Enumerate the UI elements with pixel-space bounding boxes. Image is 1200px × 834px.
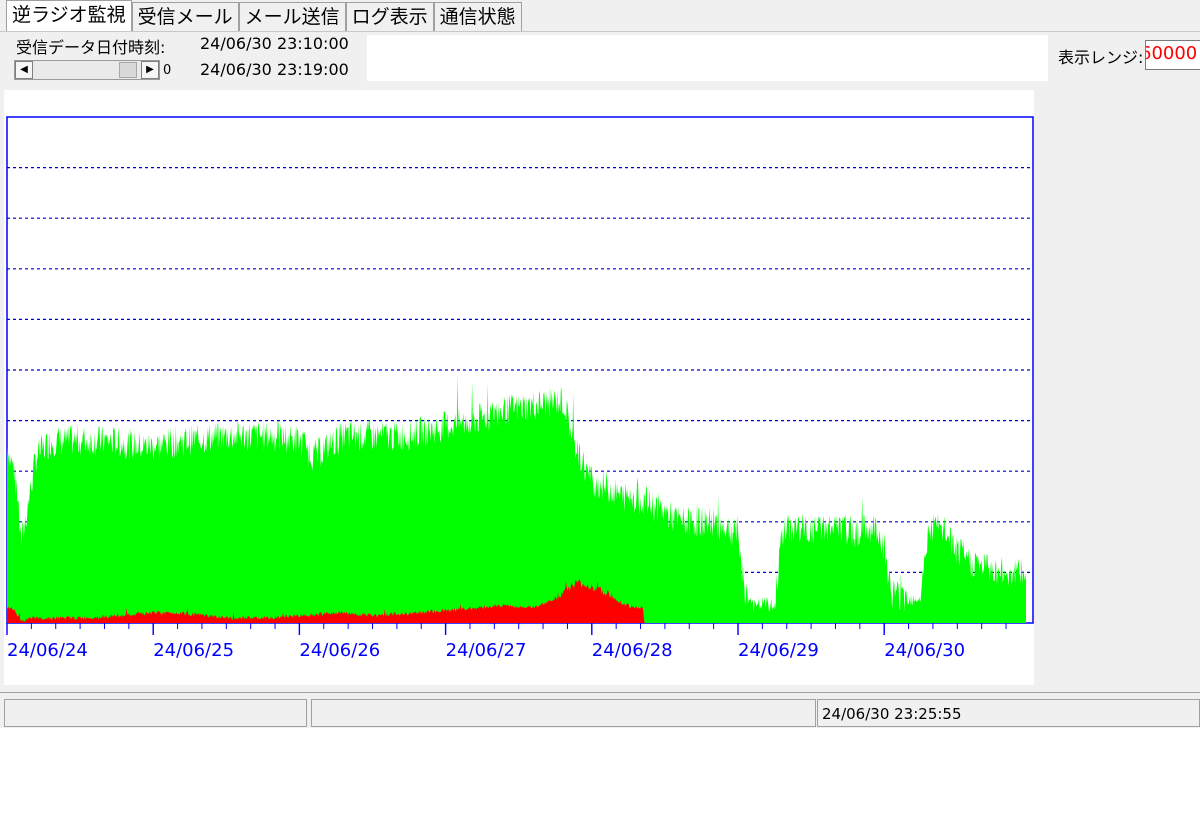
app-window: 逆ラジオ監視 受信メール メール送信 ログ表示 通信状態 受信データ日付時刻: … <box>0 0 1200 728</box>
tab-send-mail[interactable]: メール送信 <box>238 2 346 32</box>
message-area <box>367 35 1048 81</box>
scroll-right-button[interactable]: ▶ <box>141 61 159 79</box>
chart-panel: 24/06/24 24/06/25 24/06/26 24/06/27 24/06/28… <box>4 90 1034 685</box>
x-tick-label: 24/06/30 <box>884 640 965 661</box>
received-time-1: 24/06/30 23:10:00 <box>200 34 349 53</box>
received-time-2: 24/06/30 23:19:00 <box>200 60 349 79</box>
x-tick-label: 24/06/24 <box>7 640 88 661</box>
status-divider <box>0 692 1200 693</box>
arrow-left-icon: ◀ <box>20 64 28 75</box>
tab-bar: 逆ラジオ監視 受信メール メール送信 ログ表示 通信状態 <box>0 0 1200 32</box>
display-range-input[interactable]: 60000 <box>1145 40 1200 70</box>
tab-reverse-radio-monitor[interactable]: 逆ラジオ監視 <box>6 0 132 32</box>
x-tick-label: 24/06/26 <box>299 640 380 661</box>
green-series-area <box>7 374 1027 623</box>
time-scrollbar[interactable]: ◀ ▶ <box>14 60 160 80</box>
received-datetime-label: 受信データ日付時刻: <box>16 38 166 57</box>
status-clock: 24/06/30 23:25:55 <box>817 699 1200 727</box>
x-tick-label: 24/06/25 <box>153 640 234 661</box>
x-tick-label: 24/06/29 <box>738 640 819 661</box>
tab-communication-status[interactable]: 通信状態 <box>433 2 522 32</box>
signal-chart: 24/06/24 24/06/25 24/06/26 24/06/27 24/06/28… <box>6 116 1034 661</box>
scroll-left-button[interactable]: ◀ <box>15 61 33 79</box>
status-pane-1 <box>4 699 307 727</box>
scroll-thumb[interactable] <box>119 62 137 78</box>
arrow-right-icon: ▶ <box>146 64 154 75</box>
x-tick-label: 24/06/27 <box>446 640 527 661</box>
scroll-value: 0 <box>163 63 172 78</box>
x-tick-label: 24/06/28 <box>592 640 673 661</box>
display-range-label: 表示レンジ: <box>1058 48 1144 67</box>
tab-strip-divider <box>0 31 1200 32</box>
status-pane-2 <box>311 699 816 727</box>
tab-log-view[interactable]: ログ表示 <box>345 2 434 32</box>
tab-received-mail[interactable]: 受信メール <box>131 2 239 32</box>
